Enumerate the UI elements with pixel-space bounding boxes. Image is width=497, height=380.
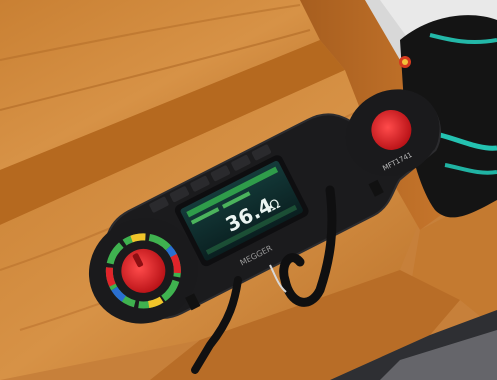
photo-scene: 36.4 Ω MEGGER MFT1741 bbox=[0, 0, 497, 380]
photo-frame: 36.4 Ω MEGGER MFT1741 bbox=[0, 0, 497, 380]
